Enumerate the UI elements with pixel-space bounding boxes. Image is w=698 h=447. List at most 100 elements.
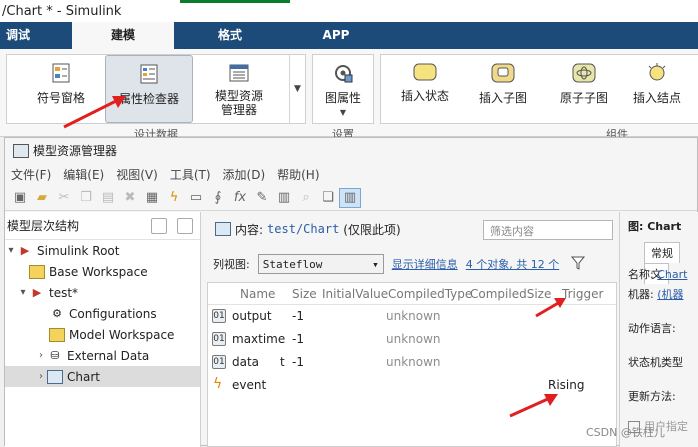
atomic-subchart-icon — [572, 63, 596, 83]
link-icon[interactable] — [151, 218, 167, 234]
tree-item-chart[interactable]: › Chart — [5, 366, 200, 387]
column-initial-value[interactable]: InitialValue — [322, 283, 388, 305]
row-extra: t — [280, 355, 285, 369]
new-model-icon[interactable]: ▣ — [9, 188, 31, 208]
row-compiled-type: unknown — [386, 332, 441, 346]
row-name: data — [232, 355, 260, 369]
column-size[interactable]: Size — [292, 283, 317, 305]
explorer-toolbar: ▣ ▰ ✂ ❐ ▤ ✖ ▦ ϟ ▭ ∮ fx ✎ ▥ ⌕ ❏ ▥ — [5, 185, 697, 211]
column-name[interactable]: Name — [240, 283, 275, 305]
menu-view[interactable]: 视图(V) — [110, 166, 164, 183]
model-explorer-button[interactable]: 模型资源 管理器 — [197, 55, 281, 123]
search-icon[interactable]: ⌕ — [295, 188, 317, 208]
tree-item-model-workspace[interactable]: Model Workspace — [5, 324, 200, 345]
row-name: maxtime — [232, 332, 286, 346]
row-size: -1 — [292, 355, 304, 369]
table-row[interactable]: 01 data t -1 unknown — [208, 351, 616, 374]
tree-item-label: test* — [49, 285, 79, 300]
expand-down-icon[interactable]: ▾ — [17, 287, 29, 298]
tab-modeling[interactable]: 建模 — [72, 22, 174, 49]
subchart-icon — [491, 63, 515, 83]
expand-right-icon[interactable]: › — [35, 350, 47, 361]
expand-down-icon[interactable]: ▾ — [5, 245, 17, 256]
annotation-arrow — [535, 298, 566, 318]
filter-contents-input[interactable]: 筛选内容 — [483, 220, 613, 240]
row-compiled-type: unknown — [386, 309, 441, 323]
window-title-bar: /Chart * - Simulink — [0, 0, 698, 22]
tree-item-label: Model Workspace — [69, 327, 175, 342]
object-count-link[interactable]: 4 个对象, 共 12 个 — [466, 256, 559, 272]
layout-icon[interactable]: ▥ — [339, 187, 361, 208]
property-panel-header: 图: Chart — [628, 220, 682, 233]
tree-item-simulink-root[interactable]: ▾ ▶ Simulink Root — [5, 240, 200, 261]
row-size: -1 — [292, 309, 304, 323]
diagram-properties-button[interactable]: 图属性 ▼ — [315, 55, 371, 123]
design-data-group: 符号窗格 属性检查器 模型资源 管理器 ▼ — [6, 54, 306, 124]
data-dictionary-icon[interactable]: ▥ — [273, 188, 295, 208]
diagram-properties-icon — [333, 63, 353, 83]
row-name: event — [232, 378, 267, 392]
title-accent-bar — [180, 0, 290, 3]
insert-subchart-button[interactable]: 插入子图 — [465, 55, 541, 123]
contents-icon — [215, 222, 231, 236]
column-view-row: 列视图: Stateflow ▾ 显示详细信息 4 个对象, 共 12 个 — [207, 252, 617, 276]
tree-item-test[interactable]: ▾ ▶ test* — [5, 282, 200, 303]
row-size: -1 — [292, 332, 304, 346]
chart-icon — [47, 369, 63, 384]
property-inspector-icon — [139, 64, 159, 84]
name-value-link[interactable]: Chart — [657, 268, 687, 281]
menu-file[interactable]: 文件(F) — [5, 166, 57, 183]
show-details-link[interactable]: 显示详细信息 — [392, 256, 458, 272]
menu-help[interactable]: 帮助(H) — [271, 166, 325, 183]
name-field: 名称: Chart — [628, 266, 687, 282]
insert-junction-button[interactable]: 插入结点 — [621, 55, 693, 123]
ribbon-tabs: 调试 建模 格式 APP — [0, 22, 698, 49]
delete-icon[interactable]: ✖ — [119, 188, 141, 208]
tab-general[interactable]: 常规 — [644, 242, 680, 263]
fx-icon[interactable]: fx — [229, 188, 251, 208]
row-name: output — [232, 309, 272, 323]
paste-icon[interactable]: ▤ — [97, 188, 119, 208]
tab-debug[interactable]: 调试 — [0, 22, 36, 49]
add-event-icon[interactable]: ϟ — [163, 188, 185, 208]
edit-properties-icon[interactable]: ✎ — [251, 188, 273, 208]
tab-app[interactable]: APP — [306, 22, 366, 49]
settings-group: 图属性 ▼ — [312, 54, 374, 124]
tree-item-base-workspace[interactable]: Base Workspace — [5, 261, 200, 282]
menu-bar: 文件(F) 编辑(E) 视图(V) 工具(T) 添加(D) 帮助(H) — [5, 163, 697, 185]
machine-value-link[interactable]: (机器 — [657, 288, 683, 301]
model-explorer-label: 模型资源 管理器 — [214, 89, 263, 117]
compare-icon[interactable]: ❏ — [317, 188, 339, 208]
column-view-value: Stateflow — [262, 257, 323, 271]
tree-item-configurations[interactable]: ⚙ Configurations — [5, 303, 200, 324]
column-compiled-type[interactable]: CompiledType — [388, 283, 472, 305]
expand-right-icon[interactable]: › — [35, 371, 47, 382]
open-folder-icon[interactable]: ▰ — [31, 188, 53, 208]
copy-icon[interactable]: ❐ — [75, 188, 97, 208]
filter-funnel-icon[interactable] — [571, 256, 586, 273]
menu-edit[interactable]: 编辑(E) — [57, 166, 110, 183]
atomic-subchart-button[interactable]: 原子子图 — [543, 55, 625, 123]
symbol-pane-icon — [51, 63, 71, 83]
add-function-icon[interactable]: ∮ — [207, 188, 229, 208]
menu-tools[interactable]: 工具(T) — [164, 166, 217, 183]
action-language-label: 动作语言: — [628, 322, 676, 335]
add-data-icon[interactable]: ▦ — [141, 188, 163, 208]
column-view-select[interactable]: Stateflow ▾ — [257, 254, 384, 274]
contents-path: test/Chart — [267, 222, 340, 236]
add-message-icon[interactable]: ▭ — [185, 188, 207, 208]
menu-add[interactable]: 添加(D) — [217, 166, 272, 183]
design-data-dropdown[interactable]: ▼ — [289, 55, 305, 123]
machine-field: 机器: (机器 — [628, 286, 684, 302]
insert-state-button[interactable]: 插入状态 — [387, 55, 463, 123]
diagram-properties-dropdown-icon: ▼ — [339, 108, 347, 117]
workspace-icon — [29, 264, 45, 279]
tree-item-external-data[interactable]: › ⛁ External Data — [5, 345, 200, 366]
cut-icon[interactable]: ✂ — [53, 188, 75, 208]
table-row[interactable]: 01 maxtime -1 unknown — [208, 328, 616, 351]
watermark-text: CSDN @铁柱儿 — [586, 426, 665, 439]
tab-format[interactable]: 格式 — [200, 22, 260, 49]
simulink-icon: ▶ — [20, 244, 30, 257]
chain-icon[interactable] — [177, 218, 193, 234]
data-icon: 01 — [212, 332, 226, 346]
